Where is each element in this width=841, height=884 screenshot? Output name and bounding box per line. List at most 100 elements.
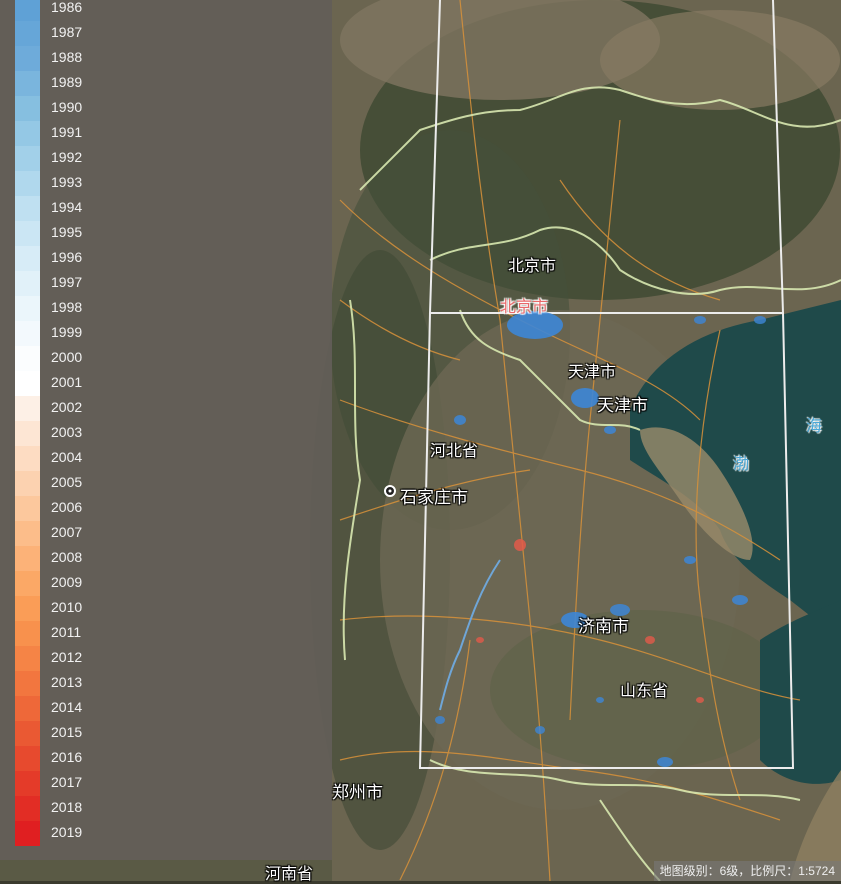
legend-item: 2008 [15, 546, 215, 571]
legend-year-label: 1999 [51, 324, 83, 340]
legend-year-label: 2010 [51, 599, 83, 615]
legend-year-label: 1992 [51, 149, 83, 165]
legend-swatch [15, 721, 40, 746]
legend-swatch [15, 671, 40, 696]
legend-item: 1999 [15, 321, 215, 346]
legend-item: 2003 [15, 421, 215, 446]
legend-item: 2018 [15, 796, 215, 821]
legend-item: 2009 [15, 571, 215, 596]
legend-item: 2001 [15, 371, 215, 396]
legend-year-label: 2007 [51, 524, 83, 540]
legend-swatch [15, 196, 40, 221]
legend-swatch [15, 0, 40, 21]
legend-item: 2004 [15, 446, 215, 471]
legend-item: 1993 [15, 171, 215, 196]
legend-swatch [15, 596, 40, 621]
legend-swatch [15, 396, 40, 421]
legend-year-label: 2006 [51, 499, 83, 515]
legend-swatch [15, 471, 40, 496]
legend-year-label: 2018 [51, 799, 83, 815]
legend-year-label: 2008 [51, 549, 83, 565]
legend-year-label: 1990 [51, 99, 83, 115]
legend-year-label: 1994 [51, 199, 83, 215]
legend-swatch [15, 546, 40, 571]
legend-swatch [15, 371, 40, 396]
legend-swatch [15, 496, 40, 521]
legend-item: 2016 [15, 746, 215, 771]
legend-year-label: 2011 [51, 624, 82, 640]
legend-swatch [15, 421, 40, 446]
legend-item: 1987 [15, 21, 215, 46]
legend-swatch [15, 621, 40, 646]
legend-year-label: 1998 [51, 299, 83, 315]
legend-item: 2014 [15, 696, 215, 721]
legend-year-label: 1986 [51, 0, 83, 15]
legend-swatch [15, 796, 40, 821]
legend-swatch [15, 346, 40, 371]
legend-swatch [15, 121, 40, 146]
legend-year-label: 2003 [51, 424, 83, 440]
legend-swatch [15, 746, 40, 771]
legend-year-label: 2012 [51, 649, 83, 665]
label-beijing: 北京市 [508, 256, 557, 275]
legend-item: 1990 [15, 96, 215, 121]
legend-swatch [15, 646, 40, 671]
legend-swatch [15, 571, 40, 596]
label-shijiazhuang: 石家庄市 [400, 488, 468, 508]
legend-item: 2006 [15, 496, 215, 521]
legend-swatch [15, 446, 40, 471]
legend-year-label: 1989 [51, 74, 83, 90]
legend-swatch [15, 21, 40, 46]
map-status-bar: 地图级别：6级，比例尺：1:5724 [653, 861, 841, 881]
label-sea-1: 海 [806, 416, 823, 435]
legend-item: 2012 [15, 646, 215, 671]
legend-year-label: 1993 [51, 174, 83, 190]
legend-year-label: 2016 [51, 749, 83, 765]
legend-swatch [15, 521, 40, 546]
legend-item: 1994 [15, 196, 215, 221]
legend-item: 2019 [15, 821, 215, 846]
legend-item: 1995 [15, 221, 215, 246]
legend-item: 2000 [15, 346, 215, 371]
legend-year-label: 2017 [51, 774, 83, 790]
legend-item: 2005 [15, 471, 215, 496]
label-hebei: 河北省 [430, 441, 479, 460]
legend-year-label: 1988 [51, 49, 83, 65]
legend-swatch [15, 46, 40, 71]
legend-swatch [15, 271, 40, 296]
legend-swatch [15, 696, 40, 721]
legend-swatch [15, 321, 40, 346]
legend-item: 1996 [15, 246, 215, 271]
label-beijing-highlight: 北京市 [500, 297, 549, 316]
legend-year-label: 2000 [51, 349, 83, 365]
legend-swatch [15, 246, 40, 271]
year-legend: 1986 1987 1988 1989 1990 1991 1992 1993 1994 1995… [0, 0, 332, 860]
label-zhengzhou: 郑州市 [332, 783, 383, 803]
legend-item: 1988 [15, 46, 215, 71]
legend-year-label: 1991 [51, 124, 83, 140]
legend-item: 1986 [15, 0, 215, 21]
legend-swatch [15, 221, 40, 246]
legend-item: 2010 [15, 596, 215, 621]
legend-swatch [15, 146, 40, 171]
legend-year-label: 2001 [51, 374, 83, 390]
label-henan: 河南省 [265, 864, 314, 883]
legend-item: 1997 [15, 271, 215, 296]
legend-swatch [15, 96, 40, 121]
legend-item: 1998 [15, 296, 215, 321]
legend-swatch [15, 821, 40, 846]
legend-year-label: 1996 [51, 249, 83, 265]
legend-item: 2007 [15, 521, 215, 546]
legend-item: 2015 [15, 721, 215, 746]
legend-item: 1989 [15, 71, 215, 96]
legend-swatch [15, 296, 40, 321]
legend-year-label: 1995 [51, 224, 83, 240]
label-sea-2: 渤 [733, 454, 750, 473]
legend-year-label: 2014 [51, 699, 83, 715]
legend-year-label: 2002 [51, 399, 83, 415]
label-jinan: 济南市 [578, 617, 629, 637]
label-tianjin-1: 天津市 [568, 362, 617, 381]
legend-item: 1991 [15, 121, 215, 146]
legend-item: 2002 [15, 396, 215, 421]
legend-swatch [15, 171, 40, 196]
